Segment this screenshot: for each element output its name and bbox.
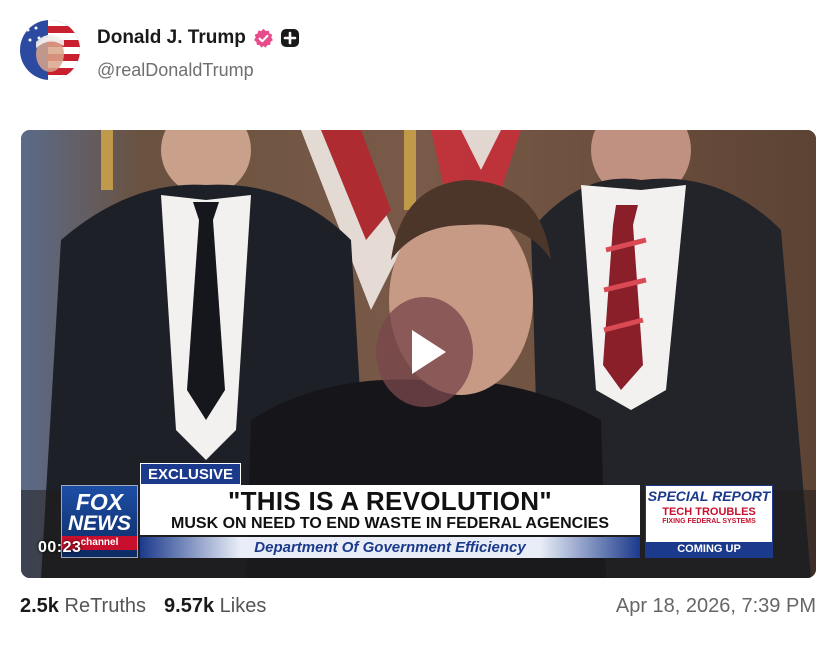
exclusive-label: EXCLUSIVE (140, 463, 241, 485)
special-report-coming: COMING UP (646, 542, 772, 557)
headline-box: "THIS IS A REVOLUTION" MUSK ON NEED TO E… (140, 485, 640, 535)
retruths-label: ReTruths (64, 595, 147, 617)
retruths-count: 2.5k (20, 595, 59, 617)
special-report-title: SPECIAL REPORT (647, 488, 771, 504)
likes-count: 9.57k (164, 595, 215, 617)
display-name[interactable]: Donald J. Trump (97, 27, 246, 49)
likes-label: Likes (219, 595, 267, 617)
department-bar: Department Of Government Efficiency (140, 537, 640, 558)
play-button[interactable] (376, 297, 473, 407)
play-icon (412, 330, 446, 374)
special-report-line1: TECH TROUBLES (662, 506, 756, 518)
author-handle[interactable]: @realDonaldTrump (97, 60, 254, 81)
verified-badge-icon (253, 28, 273, 48)
plus-badge-icon (280, 29, 299, 47)
post-stats: 2.5k ReTruths 9.57k Likes (20, 595, 284, 618)
chyron-headline: "THIS IS A REVOLUTION" (227, 486, 552, 516)
post-date[interactable]: Apr 18, 2026, 7:39 PM (616, 595, 816, 618)
avatar[interactable] (20, 20, 80, 80)
special-report-line2: FIXING FEDERAL SYSTEMS (662, 518, 756, 525)
likes-stat[interactable]: 9.57k Likes (164, 595, 266, 618)
retruths-stat[interactable]: 2.5k ReTruths (20, 595, 146, 618)
chyron-subhead: MUSK ON NEED TO END WASTE IN FEDERAL AGE… (171, 515, 609, 532)
video-player[interactable]: EXCLUSIVE FOX NEWS channel "THIS IS A RE… (21, 130, 816, 578)
special-report-box: SPECIAL REPORT TECH TROUBLES FIXING FEDE… (645, 485, 773, 558)
avatar-image (20, 20, 80, 80)
fox-logo-line1: FOX (75, 489, 124, 515)
fox-logo-line2: NEWS (68, 512, 131, 535)
video-timestamp: 00:23 (38, 539, 82, 556)
